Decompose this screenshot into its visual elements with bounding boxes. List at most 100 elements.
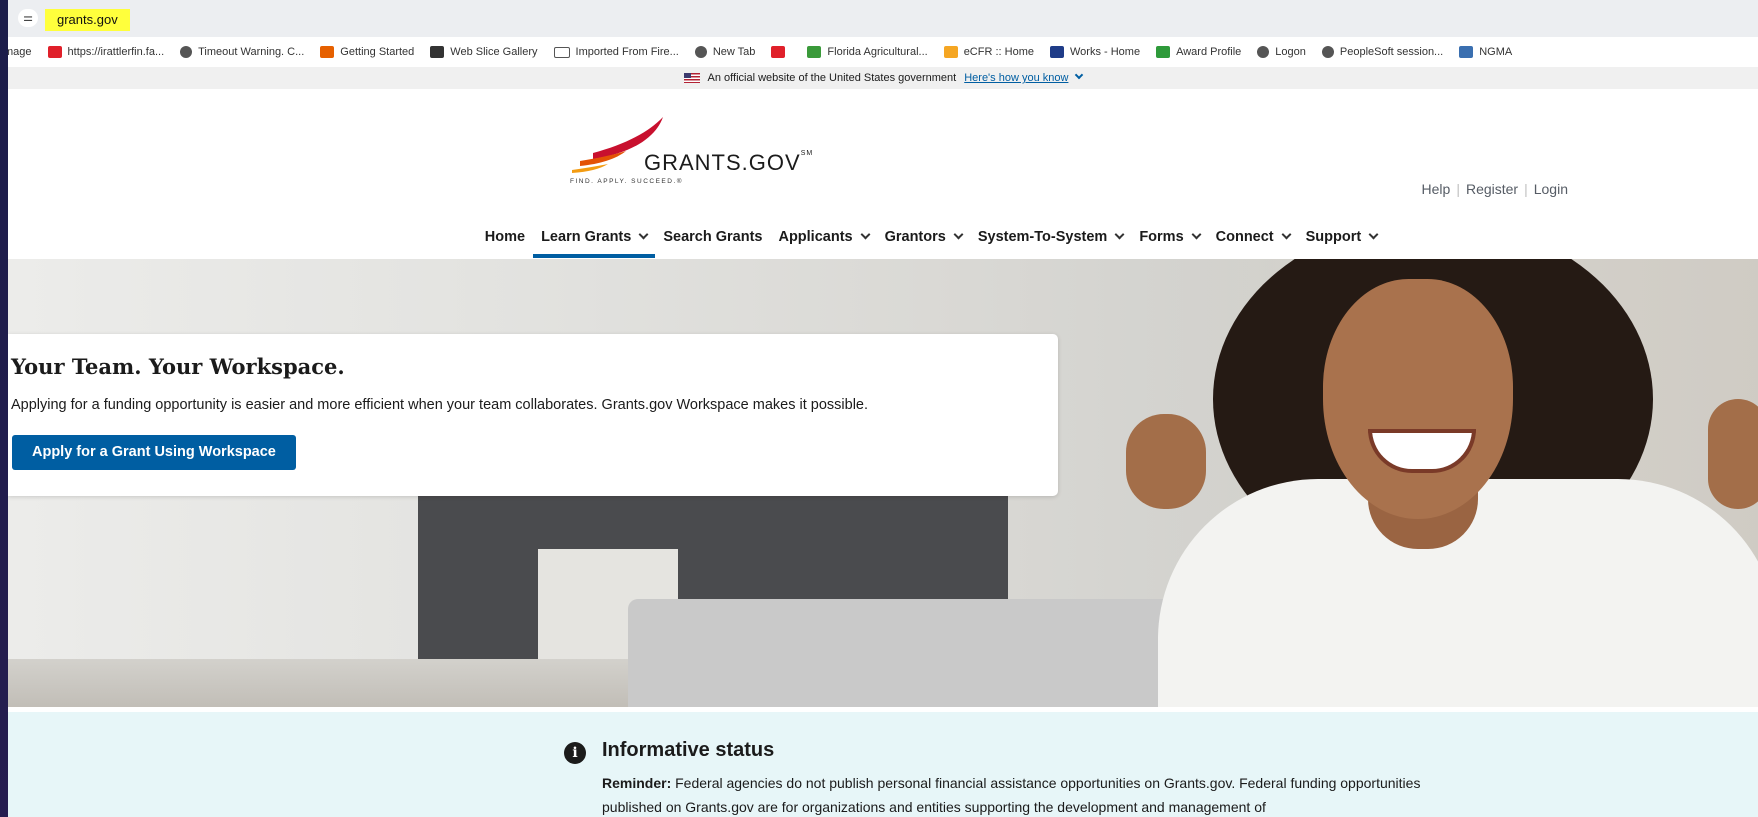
register-link[interactable]: Register (1466, 181, 1518, 197)
bookmark-label: Florida Agricultural... (827, 46, 928, 58)
nav-label: Connect (1215, 229, 1274, 245)
util-divider: | (1524, 181, 1528, 197)
nav-item-grantors[interactable]: Grantors (877, 216, 970, 259)
hero-person-face (1323, 279, 1513, 519)
bookmark-label: New Tab (712, 46, 756, 58)
bookmark-item[interactable]: Timeout Warning. C... (180, 46, 304, 58)
url-field[interactable]: grants.gov (45, 9, 130, 31)
ie-slice-icon (430, 46, 445, 58)
informative-status-alert: i Informative status Reminder: Federal a… (8, 712, 1758, 817)
chevron-down-icon (1281, 229, 1292, 240)
bookmark-label: Imported From Fire... (575, 46, 679, 58)
hero-title: Your Team. Your Workspace. (11, 354, 345, 379)
nav-label: System-To-System (977, 229, 1108, 245)
award-icon (1156, 46, 1171, 58)
bookmark-item[interactable]: eCFR :: Home (943, 46, 1034, 58)
bookmark-item[interactable]: Web Slice Gallery (430, 46, 538, 58)
grants-gov-logo[interactable]: GRANTS.GOVSM FIND. APPLY. SUCCEED.® (568, 115, 812, 187)
chevron-down-icon (638, 229, 649, 240)
nav-item-system-to-system[interactable]: System-To-System (970, 216, 1131, 259)
reminder-text: Federal agencies do not publish personal… (602, 775, 1421, 815)
nav-label: Search Grants (663, 229, 763, 245)
gov-banner-text: An official website of the United States… (707, 72, 957, 84)
red-bookmark-icon (47, 46, 62, 58)
globe-icon (1257, 46, 1270, 58)
apply-workspace-button[interactable]: Apply for a Grant Using Workspace (12, 435, 296, 470)
bookmark-item[interactable]: Works - Home (1049, 46, 1141, 58)
bookmark-label: Award Profile (1176, 46, 1242, 58)
bookmark-label: eCFR :: Home (963, 46, 1034, 58)
bookmark-label: https://irattlerfin.fa... (67, 46, 165, 58)
main-nav: Home Learn Grants Search Grants Applicants G… (8, 216, 1758, 259)
browser-window: ⚌ grants.gov mage https://irattlerfin.fa.… (8, 0, 1758, 817)
nav-item-home[interactable]: Home (477, 216, 533, 259)
heres-how-you-know-link[interactable]: Here's how you know (964, 72, 1068, 84)
chevron-down-icon (860, 229, 871, 240)
bookmark-label: Works - Home (1069, 46, 1141, 58)
logo-service-mark: SM (800, 150, 814, 157)
nav-item-connect[interactable]: Connect (1208, 216, 1298, 259)
bookmark-label: PeopleSoft session... (1339, 46, 1444, 58)
nav-item-forms[interactable]: Forms (1131, 216, 1207, 259)
login-link[interactable]: Login (1534, 181, 1568, 197)
bookmark-item[interactable]: Award Profile (1156, 46, 1241, 58)
chevron-down-icon[interactable] (1075, 70, 1084, 80)
hero-card: Your Team. Your Workspace. Applying for … (8, 334, 1058, 496)
chevron-down-icon (1114, 229, 1125, 240)
folder-icon (553, 46, 570, 58)
ngma-icon (1459, 46, 1474, 58)
reminder-label: Reminder: (602, 775, 672, 791)
bookmark-label: mage (8, 46, 32, 58)
bookmark-label: Timeout Warning. C... (198, 46, 305, 58)
hero-person-fist-right (1708, 399, 1758, 509)
chevron-down-icon (1368, 229, 1379, 240)
ecfr-icon (943, 46, 958, 58)
bookmarks-bar: mage https://irattlerfin.fa... Timeout War… (8, 37, 1758, 67)
red-bookmark-icon (771, 46, 786, 58)
bookmark-item[interactable]: mage (8, 46, 32, 58)
bookmark-item[interactable] (771, 46, 791, 58)
bookmark-label: Web Slice Gallery (450, 46, 538, 58)
firefox-icon (320, 46, 335, 58)
bookmark-label: Getting Started (340, 46, 415, 58)
bookmark-label: Logon (1275, 46, 1306, 58)
site-settings-icon[interactable]: ⚌ (18, 9, 38, 27)
nav-label: Home (484, 229, 526, 245)
bookmark-item[interactable]: NGMA (1459, 46, 1512, 58)
info-icon: i (564, 742, 586, 764)
nav-label: Learn Grants (541, 229, 632, 245)
bookmark-item[interactable]: Logon (1257, 46, 1306, 58)
nav-label: Forms (1139, 229, 1184, 245)
help-link[interactable]: Help (1422, 181, 1451, 197)
chevron-down-icon (953, 229, 964, 240)
us-flag-icon (683, 73, 700, 83)
bookmark-label: NGMA (1479, 46, 1513, 58)
bookmark-item[interactable]: https://irattlerfin.fa... (47, 46, 165, 58)
bookmark-item[interactable]: PeopleSoft session... (1321, 46, 1444, 58)
nav-label: Applicants (778, 229, 853, 245)
info-title: Informative status (602, 739, 775, 761)
info-body: Reminder: Federal agencies do not publis… (602, 771, 1482, 817)
nav-label: Grantors (884, 229, 946, 245)
nav-item-search-grants[interactable]: Search Grants (655, 216, 770, 259)
nav-item-applicants[interactable]: Applicants (770, 216, 876, 259)
util-divider: | (1456, 181, 1460, 197)
logo-tagline: FIND. APPLY. SUCCEED.® (570, 178, 684, 185)
chevron-down-icon (1191, 229, 1202, 240)
address-bar: ⚌ grants.gov (8, 0, 1758, 37)
famu-icon (807, 46, 822, 58)
bookmark-item[interactable]: Imported From Fire... (553, 46, 679, 58)
globe-icon (694, 46, 707, 58)
nav-item-support[interactable]: Support (1298, 216, 1386, 259)
bookmark-item[interactable]: New Tab (694, 46, 756, 58)
site-header: GRANTS.GOVSM FIND. APPLY. SUCCEED.® Help… (8, 89, 1758, 217)
nav-label: Support (1305, 229, 1362, 245)
globe-icon (180, 46, 193, 58)
bookmark-item[interactable]: Getting Started (320, 46, 414, 58)
nav-item-learn-grants[interactable]: Learn Grants (533, 216, 656, 259)
gov-banner: An official website of the United States… (8, 67, 1758, 89)
logo-text: GRANTS.GOV (644, 150, 801, 175)
globe-icon (1321, 46, 1334, 58)
bookmark-item[interactable]: Florida Agricultural... (807, 46, 928, 58)
hero-text: Applying for a funding opportunity is ea… (11, 397, 869, 413)
